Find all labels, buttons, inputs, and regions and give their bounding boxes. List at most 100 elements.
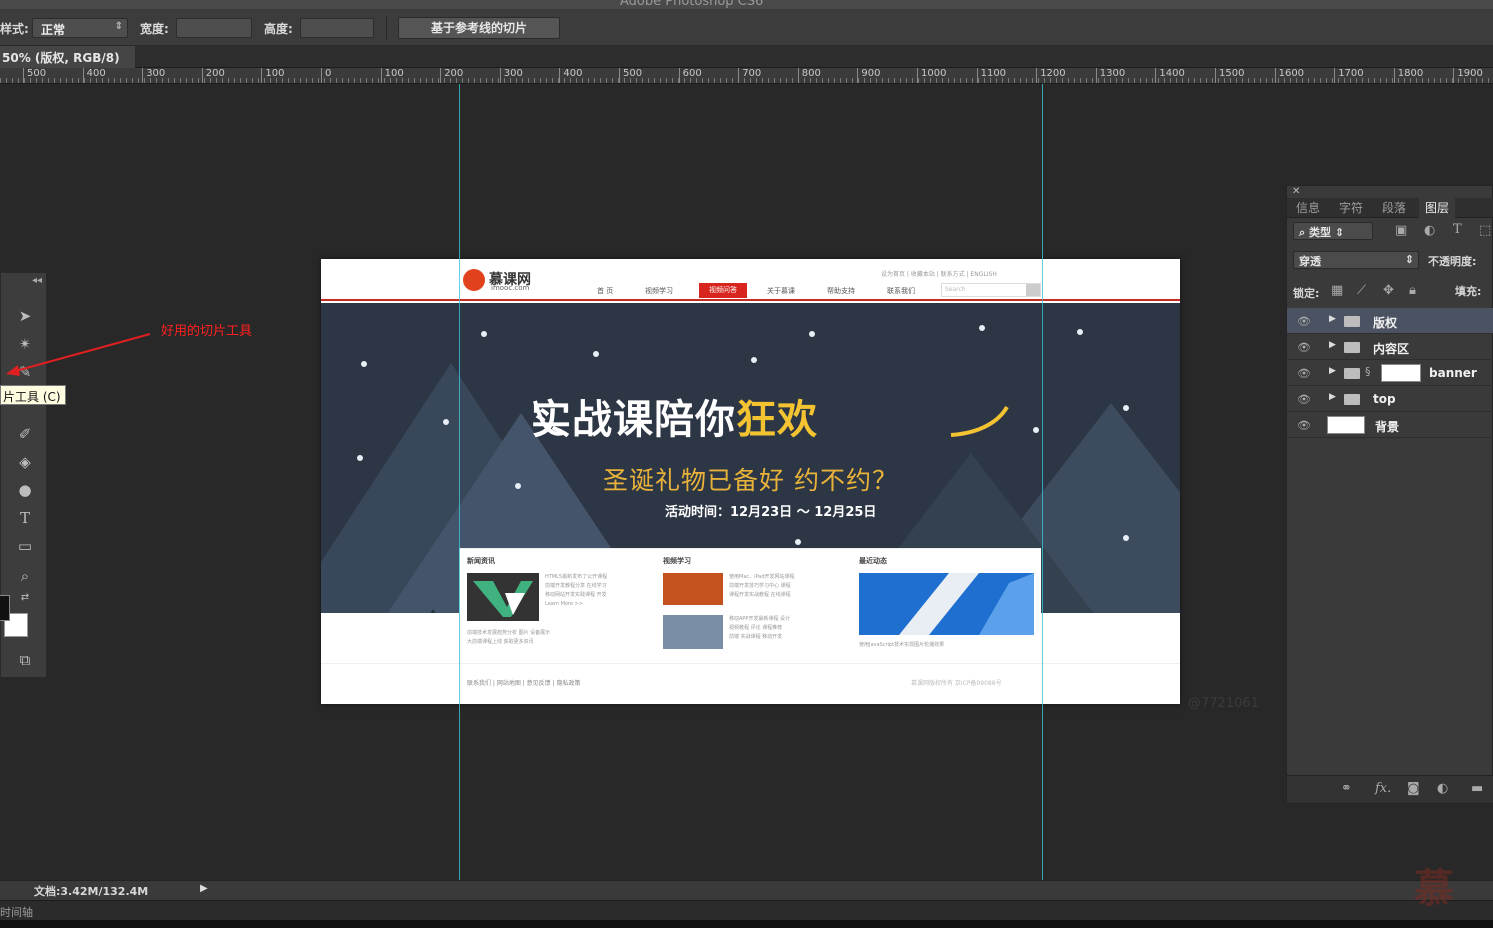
tab-paragraph[interactable]: 段落 xyxy=(1376,198,1412,218)
guide-right[interactable] xyxy=(1042,84,1043,880)
news-more-text: 前端技术发展趋势分析 图片 设备展示 大前端课程上线 获取更多资讯 xyxy=(467,630,551,645)
style-select[interactable]: 正常 xyxy=(32,18,128,38)
adjustment-filter-icon[interactable]: ◐ xyxy=(1424,223,1435,238)
link-layers-icon[interactable]: ⚭ xyxy=(1341,781,1352,796)
expand-triangle-icon[interactable]: ▶ xyxy=(1329,340,1336,350)
lock-brush-icon[interactable]: ⟋ xyxy=(1357,283,1366,298)
video-more-text: 移动APP开发最新课程 设计 视频教程 评论 课程推荐 前端 实战课程 移动开发 xyxy=(729,616,791,640)
layer-row-content[interactable]: 👁︎ ▶ 内容区 xyxy=(1287,334,1493,360)
snow-dot xyxy=(751,357,757,363)
ruler-tick-label: 300 xyxy=(499,68,523,83)
add-mask-icon[interactable]: ◙ xyxy=(1407,781,1420,796)
type-tool-icon[interactable]: T xyxy=(11,507,39,529)
column-title: 视频学习 xyxy=(663,557,691,565)
lock-all-icon[interactable]: 🔒︎ xyxy=(1409,283,1416,298)
document-size: 文档:3.42M/132.4M xyxy=(34,885,149,898)
mask-thumbnail[interactable] xyxy=(1381,364,1421,382)
document-tab[interactable]: 50% (版权, RGB/8) xyxy=(0,46,135,68)
banner-subtitle: 圣诞礼物已备好 约不约？ xyxy=(603,466,898,495)
mask-link-icon[interactable]: § xyxy=(1365,365,1371,378)
snow-dot xyxy=(809,331,815,337)
banner-date: 活动时间：12月23日 ～ 12月25日 xyxy=(665,505,877,520)
expand-triangle-icon[interactable]: ▶ xyxy=(1329,314,1336,324)
tree-shape xyxy=(417,609,449,613)
screen-mode-icon[interactable]: ⧉ xyxy=(11,649,39,671)
banner-title-main: 实战课陪你 xyxy=(531,396,736,443)
lock-pixels-icon[interactable]: ▦ xyxy=(1331,283,1343,298)
slices-from-guides-button[interactable]: 基于参考线的切片 xyxy=(398,17,560,39)
tab-character[interactable]: 字符 xyxy=(1333,198,1369,218)
swap-colors-icon[interactable]: ⇄ xyxy=(11,587,39,609)
height-input[interactable] xyxy=(300,18,374,38)
folder-icon xyxy=(1344,316,1360,327)
healing-brush-tool-icon[interactable]: ✐ xyxy=(11,423,39,445)
visibility-eye-icon[interactable]: 👁︎ xyxy=(1297,419,1311,432)
search-placeholder: Search xyxy=(945,286,966,293)
zoom-tool-icon[interactable]: ⌕ xyxy=(11,565,39,587)
site-footer: 联系我们 | 网站地图 | 意见反馈 | 隐私政策 慕课网版权所有 京ICP备0… xyxy=(321,663,1180,704)
collapse-icon[interactable]: ◂◂ xyxy=(32,275,42,286)
visibility-eye-icon[interactable]: 👁︎ xyxy=(1297,393,1311,406)
expand-triangle-icon[interactable]: ▶ xyxy=(1329,392,1336,402)
column-title: 最近动态 xyxy=(859,557,887,565)
paint-bucket-tool-icon[interactable]: ◈ xyxy=(11,451,39,473)
annotation-label: 好用的切片工具 xyxy=(161,324,253,339)
layer-filter-select[interactable]: ⌕ 类型 ⇕ xyxy=(1293,222,1373,240)
layer-row-copyright[interactable]: 👁︎ ▶ 版权 xyxy=(1287,308,1493,334)
ruler-tick-label: 0 xyxy=(321,68,331,83)
type-filter-icon[interactable]: T xyxy=(1453,222,1462,237)
ruler-tick-label: 200 xyxy=(440,68,463,83)
app-title: Adobe Photoshop CS6 xyxy=(620,0,764,9)
layer-row-banner[interactable]: 👁︎ ▶ § banner xyxy=(1287,360,1493,386)
options-bar: 样式: 正常 宽度: 高度: 基于参考线的切片 xyxy=(0,10,1493,46)
ruler-tick-label: 500 xyxy=(23,68,46,83)
guide-left[interactable] xyxy=(459,84,460,880)
rectangle-tool-icon[interactable]: ▭ xyxy=(11,535,39,557)
site-top-links: 设为首页 | 收藏本站 | 联系方式 | ENGLISH xyxy=(881,271,997,278)
recent-text: 使用JavaScript技术实现图片轮播效果 xyxy=(859,642,945,648)
snow-dot xyxy=(1077,329,1083,335)
expand-triangle-icon[interactable]: ▶ xyxy=(1329,366,1336,376)
snow-dot xyxy=(1033,427,1039,433)
snow-dot xyxy=(357,455,363,461)
fx-icon[interactable]: fx. xyxy=(1375,781,1391,796)
timeline-panel-tab[interactable]: 时间轴 xyxy=(0,900,1493,920)
panel-tab-bar: 信息 字符 段落 图层 xyxy=(1287,198,1493,218)
news-thumbnail xyxy=(467,573,539,621)
layer-row-background[interactable]: 👁︎ 背景 xyxy=(1287,412,1493,438)
visibility-eye-icon[interactable]: 👁︎ xyxy=(1297,315,1311,328)
lock-position-icon[interactable]: ✥ xyxy=(1383,283,1394,298)
opacity-label: 不透明度: xyxy=(1428,255,1477,268)
status-menu-arrow-icon[interactable]: ▶ xyxy=(200,883,208,894)
adjustment-layer-icon[interactable]: ◐ xyxy=(1437,781,1448,796)
footer-links: 联系我们 | 网站地图 | 意见反馈 | 隐私政策 xyxy=(467,680,581,687)
folder-icon xyxy=(1344,342,1360,353)
visibility-eye-icon[interactable]: 👁︎ xyxy=(1297,367,1311,380)
video-thumbnail xyxy=(663,615,723,649)
layer-row-top[interactable]: 👁︎ ▶ top xyxy=(1287,386,1493,412)
snow-dot xyxy=(795,539,801,545)
close-icon[interactable]: ✕ xyxy=(1292,186,1300,197)
visibility-eye-icon[interactable]: 👁︎ xyxy=(1297,341,1311,354)
layer-thumbnail xyxy=(1327,416,1365,434)
width-input[interactable] xyxy=(176,18,252,38)
logo-subtext: imooc.com xyxy=(491,284,530,292)
tab-layers[interactable]: 图层 xyxy=(1419,198,1456,218)
height-label: 高度: xyxy=(264,22,293,36)
ruler-tick-label: 1500 xyxy=(1215,68,1244,83)
foreground-color-swatch[interactable] xyxy=(0,595,10,621)
divider xyxy=(386,16,387,40)
new-group-icon[interactable]: ▬ xyxy=(1471,781,1483,796)
ruler-tick-label: 400 xyxy=(82,68,106,83)
site-logo: 慕课网 imooc.com xyxy=(463,267,553,293)
dodge-tool-icon[interactable]: ● xyxy=(11,479,39,501)
ruler-tick-label: 600 xyxy=(678,68,702,83)
blend-mode-select[interactable]: 穿透 ⇕ xyxy=(1293,251,1419,269)
move-tool-icon[interactable]: ➤ xyxy=(11,305,39,327)
image-filter-icon[interactable]: ▣ xyxy=(1395,223,1407,238)
tab-info[interactable]: 信息 xyxy=(1290,198,1326,218)
document-canvas[interactable]: 慕课网 imooc.com 设为首页 | 收藏本站 | 联系方式 | ENGLI… xyxy=(321,259,1180,704)
shape-filter-icon[interactable]: ⬚ xyxy=(1479,223,1491,238)
slice-tool-tooltip: 片工具 (C) xyxy=(0,385,66,405)
horizontal-ruler[interactable]: 500 400 300 200 100 0 100 200 300 400 500 600 700 800… xyxy=(0,68,1493,84)
